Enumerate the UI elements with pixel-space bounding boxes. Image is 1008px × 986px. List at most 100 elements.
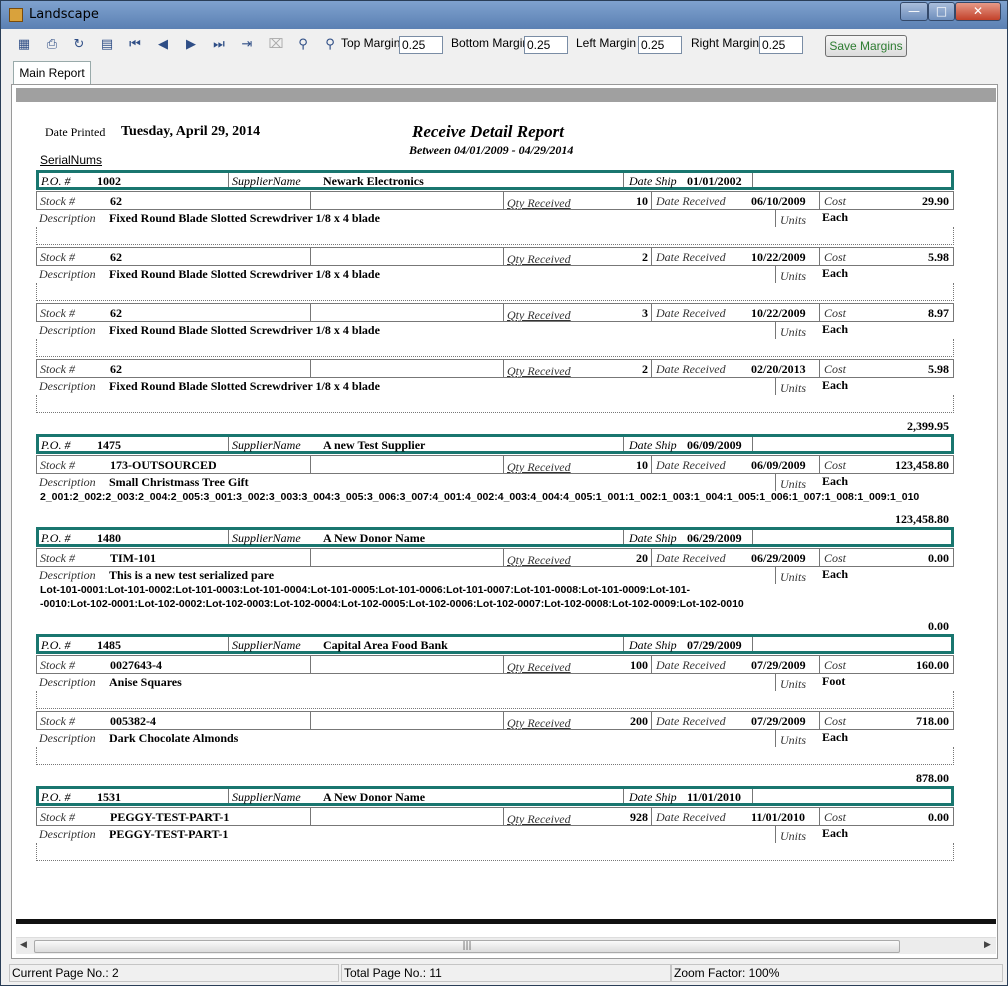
separator [623,637,624,651]
stock-value: TIM-101 [110,551,156,565]
date-received-label: Date Received [656,362,726,376]
report-subtitle: Between 04/01/2009 - 04/29/2014 [409,143,574,157]
line-item: Stock # 62 Qty Received 2 Date Received 02/20… [36,359,954,395]
stop-icon[interactable]: ⌧ [267,36,285,54]
separator [819,248,820,265]
last-page-icon[interactable]: ⏭ [210,36,228,54]
po-number: 1531 [97,790,121,804]
stock-label: Stock # [40,194,75,208]
stock-row: Stock # 62 Qty Received 10 Date Received 06/1… [36,191,954,210]
stock-value: 0027643-4 [110,658,162,672]
minimize-button[interactable]: — [900,2,928,21]
export-icon[interactable]: ▦ [15,36,33,54]
stock-row: Stock # 0027643-4 Qty Received 100 Date Rece… [36,655,954,674]
separator [228,437,229,451]
date-ship-value: 07/29/2009 [687,638,742,652]
item-spacer [36,339,954,357]
stock-row: Stock # 005382-4 Qty Received 200 Date Recei… [36,711,954,730]
scroll-right-icon[interactable]: ▶ [984,940,991,950]
date-received-value: 07/29/2009 [751,658,806,672]
date-received-label: Date Received [656,250,726,264]
separator [651,549,652,566]
cost-value: 123,458.80 [895,458,949,472]
units-label: Units [780,269,807,283]
stock-label: Stock # [40,658,75,672]
separator [623,437,624,451]
item-spacer [36,747,954,765]
separator [775,322,776,339]
separator [775,567,776,584]
toolbar: ▦ ⎙ ↻ ▤ ⏮ ◀ ▶ ⏭ ⇥ ⌧ ⚲ ⚲ Top Margin Botto… [1,30,1007,60]
prev-page-icon[interactable]: ◀ [154,36,172,54]
units-label: Units [780,477,807,491]
item-spacer [36,843,954,861]
next-page-icon[interactable]: ▶ [182,36,200,54]
description-value: Fixed Round Blade Slotted Screwdriver 1/… [109,211,380,225]
separator [503,360,504,377]
find-icon[interactable]: ⚲ [294,36,312,54]
right-margin-input[interactable] [759,36,803,54]
date-received-value: 11/01/2010 [751,810,806,824]
cost-value: 29.90 [922,194,949,208]
description-value: Fixed Round Blade Slotted Screwdriver 1/… [109,379,380,393]
units-label: Units [780,325,807,339]
tab-main-report[interactable]: Main Report [13,61,91,84]
print-icon[interactable]: ⎙ [43,36,61,54]
description-value: Fixed Round Blade Slotted Screwdriver 1/… [109,267,380,281]
scroll-left-icon[interactable]: ◀ [20,940,27,950]
date-received-label: Date Received [656,306,726,320]
date-received-value: 06/10/2009 [751,194,806,208]
first-page-icon[interactable]: ⏮ [126,36,144,54]
qty-label: Qty Received [507,252,571,266]
refresh-icon[interactable]: ↻ [70,36,88,54]
date-ship-value: 06/09/2009 [687,438,742,452]
qty-label: Qty Received [507,460,571,474]
scroll-thumb[interactable]: ||| [34,940,900,953]
date-received-label: Date Received [656,551,726,565]
supplier-name: A new Test Supplier [323,438,426,452]
separator [503,712,504,729]
line-item: Stock # 62 Qty Received 2 Date Received 10/22… [36,247,954,283]
separator [819,192,820,209]
stock-row: Stock # 62 Qty Received 3 Date Received 10/22… [36,303,954,322]
separator [503,656,504,673]
top-margin-input[interactable] [399,36,443,54]
close-button[interactable]: ✕ [955,2,1001,21]
description-value: Small Christmass Tree Gift [109,475,249,489]
units-label: Units [780,381,807,395]
units-label: Units [780,677,807,691]
po-label: P.O. # [41,638,71,652]
separator [651,304,652,321]
po-total: 878.00 [916,771,949,785]
separator [310,808,311,825]
serial-nums-link[interactable]: SerialNums [40,153,102,167]
horizontal-scrollbar[interactable]: ◀ ||| ▶ [16,937,996,954]
description-label: Description [39,211,96,225]
goto-icon[interactable]: ⇥ [238,36,256,54]
save-margins-button[interactable]: Save Margins [825,35,907,57]
description-label: Description [39,568,96,582]
left-margin-input[interactable] [638,36,682,54]
stock-label: Stock # [40,306,75,320]
supplier-name: Newark Electronics [323,174,424,188]
units-value: Each [822,322,849,336]
supplier-label: SupplierName [232,531,301,545]
find-next-icon[interactable]: ⚲ [321,36,339,54]
po-label: P.O. # [41,531,71,545]
stock-row: Stock # 62 Qty Received 2 Date Received 10/22… [36,247,954,266]
date-ship-value: 01/01/2002 [687,174,742,188]
stock-label: Stock # [40,810,75,824]
maximize-button[interactable]: □ [928,2,955,21]
po-total: 123,458.80 [895,512,949,526]
qty-value: 100 [630,658,648,672]
separator [775,674,776,691]
stock-row: Stock # TIM-101 Qty Received 20 Date Receive… [36,548,954,567]
bottom-margin-input[interactable] [524,36,568,54]
cost-value: 5.98 [928,250,949,264]
stock-value: 005382-4 [110,714,156,728]
cost-label: Cost [824,194,847,208]
tree-icon[interactable]: ▤ [98,36,116,54]
date-received-value: 10/22/2009 [751,250,806,264]
po-total: 0.00 [928,619,949,633]
stock-label: Stock # [40,250,75,264]
